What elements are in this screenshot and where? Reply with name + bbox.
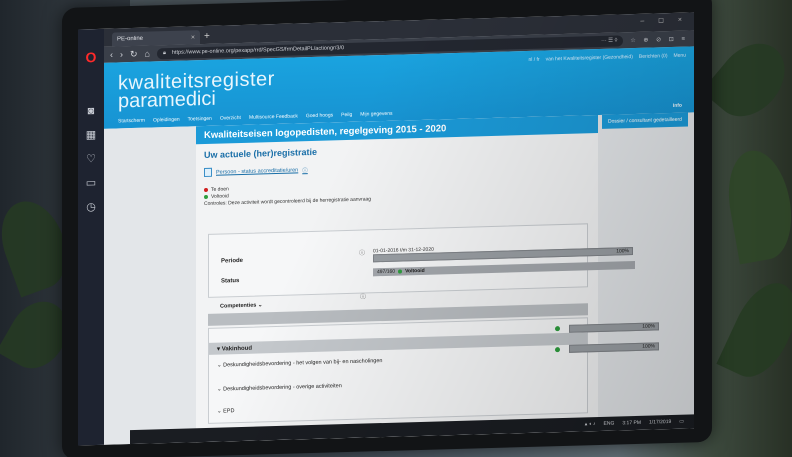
vakgebied-progress-bar: 100% [569, 322, 659, 333]
opera-sidebar: O ◙ ▦ ♡ ▭ ◷ [78, 28, 104, 446]
nav-item-toetsingen[interactable]: Toetsingen [188, 116, 212, 123]
nav-item-gegevens[interactable]: Mijn gegevens [360, 111, 392, 118]
language-link[interactable]: nl / fr [528, 57, 539, 63]
tab-title: PE-online [117, 35, 144, 43]
side-panel-button[interactable]: Dossier / consultant gedetailleerd [602, 112, 688, 129]
nav-item-6[interactable]: Peilg [341, 112, 352, 118]
chevron-down-icon: ⌄ [217, 362, 222, 369]
back-icon[interactable]: ‹ [110, 50, 113, 60]
nav-item-overzicht[interactable]: Overzicht [220, 115, 241, 122]
window-controls[interactable]: – ◻ × [640, 16, 688, 25]
news-icon[interactable]: ▭ [86, 177, 96, 189]
notification-icon[interactable]: ▭ [679, 419, 684, 425]
nav-item-start[interactable]: Startscherm [118, 118, 145, 125]
chevron-down-icon: ⌄ [257, 302, 263, 309]
messages-link[interactable]: Berichten (0) [639, 53, 668, 60]
vakinhoud-header: ▾ Vakinhoud [209, 332, 587, 355]
page-content: Dossier / consultant gedetailleerd Kwali… [104, 112, 694, 445]
plant-leaf [720, 145, 792, 265]
info-icon[interactable]: ⓘ [360, 292, 366, 301]
red-dot-icon [204, 187, 208, 192]
plant-leaf [716, 273, 792, 387]
register-link[interactable]: van het Kwaliteitsregister (Gezondheid) [546, 54, 633, 62]
taskbar-time[interactable]: 3:17 PM [622, 420, 641, 427]
row-epd[interactable]: ⌄ EPD [217, 408, 234, 414]
status-label: Status [221, 278, 240, 285]
camera-icon[interactable]: ◙ [88, 105, 95, 117]
browser-window: PE-online × + – ◻ × ‹ › ↻ ⌂ 🔒︎ https://w… [104, 12, 694, 445]
speed-dial-icon[interactable]: ▦ [86, 129, 96, 141]
row-overige-activiteiten[interactable]: ⌄ Deskundigheidsbevordering - overige ac… [217, 383, 342, 392]
forward-icon[interactable]: › [120, 49, 123, 59]
vakinhoud-title: ▾ Vakinhoud [217, 345, 253, 353]
status-value: Voltooid [405, 267, 425, 275]
chevron-down-icon: ⌄ [217, 408, 222, 415]
deskundigheid-progress-bar: 100% [569, 342, 659, 353]
nav-item-5[interactable]: Goed hoogs [306, 112, 333, 119]
heart-icon[interactable]: ♡ [86, 153, 96, 165]
close-tab-icon[interactable]: × [191, 34, 195, 41]
nav-item-opleidingen[interactable]: Opleidingen [153, 117, 180, 124]
status-count: 497/160 [377, 268, 396, 276]
menu-link[interactable]: Menu [673, 53, 686, 59]
url-actions[interactable]: ··· ☰ ◊ [601, 37, 617, 43]
green-dot-icon [204, 194, 208, 199]
new-tab-icon[interactable]: + [204, 31, 210, 42]
legend: Te doen Voltooid Controles: Deze activit… [204, 176, 598, 208]
nav-item-feedback[interactable]: Multisource Feedback [249, 113, 298, 120]
browser-tab[interactable]: PE-online × [112, 30, 200, 47]
row-bij-nascholingen[interactable]: ⌄ Deskundigheidsbevordering - het volgen… [217, 358, 382, 369]
periode-label: Periode [221, 257, 244, 265]
period-status-box: Periode ⓘ 01-01-2016 t/m 31-12-2020 100%… [208, 223, 635, 298]
toolbar-icons[interactable]: ☆ ⊕ ⊘ ⊡ ≡ [630, 35, 688, 44]
green-dot-icon [555, 326, 560, 332]
green-dot-icon [555, 347, 560, 353]
reload-icon[interactable]: ↻ [130, 48, 138, 59]
laptop: O ◙ ▦ ♡ ▭ ◷ PE-online × + – ◻ × ‹ › ↻ ⌂ … [62, 0, 712, 457]
history-icon[interactable]: ◷ [86, 201, 96, 213]
laptop-screen: O ◙ ▦ ♡ ▭ ◷ PE-online × + – ◻ × ‹ › ↻ ⌂ … [78, 12, 694, 446]
person-link-text[interactable]: Persoon - status accreditatie/uren [216, 167, 298, 175]
person-status-link[interactable]: Persoon - status accreditatie/uren ⓘ [204, 157, 598, 178]
tray-icons[interactable]: ▴ ◖ ♪ [585, 421, 596, 427]
competenties-toggle[interactable]: Competenties ⌄ [220, 302, 263, 309]
vakinhoud-box: 100% ▾ Vakinhoud 100% ⌄ Deskundigheidsbe… [208, 317, 659, 424]
vakgebied-percent: 100% [642, 323, 655, 330]
opera-logo-icon[interactable]: O [86, 49, 97, 65]
site-logo-line2[interactable]: paramedici [118, 88, 216, 114]
lock-icon: 🔒︎ [162, 49, 166, 56]
nav-info[interactable]: Info [673, 103, 682, 109]
header-links: nl / fr van het Kwaliteitsregister (Gezo… [528, 53, 686, 63]
periode-percent: 100% [616, 248, 629, 255]
status-bar: 497/160 Voltooid [373, 260, 635, 277]
registration-card: Kwaliteitseisen logopedisten, regelgevin… [196, 115, 659, 443]
photo-background: O ◙ ▦ ♡ ▭ ◷ PE-online × + – ◻ × ‹ › ↻ ⌂ … [0, 0, 792, 457]
plant-leaf [701, 30, 792, 130]
document-icon [204, 167, 212, 178]
home-icon[interactable]: ⌂ [145, 49, 150, 59]
taskbar-lang[interactable]: ENG [604, 421, 615, 427]
chevron-down-icon: ⌄ [217, 386, 222, 393]
taskbar-date[interactable]: 1/17/2019 [649, 419, 671, 426]
deskundigheid-percent: 100% [642, 343, 655, 350]
info-icon[interactable]: ⓘ [359, 248, 365, 257]
info-icon[interactable]: ⓘ [302, 166, 308, 174]
green-dot-icon [398, 269, 403, 274]
